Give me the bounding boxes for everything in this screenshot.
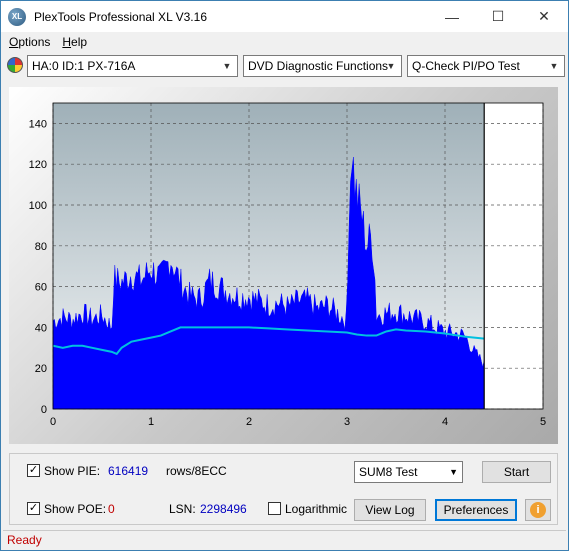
y-tick-label: 120 — [29, 159, 47, 171]
show-poe-checkbox[interactable]: ✓ — [27, 502, 40, 515]
start-button[interactable]: Start — [482, 461, 551, 483]
show-pie-checkbox[interactable]: ✓ — [27, 464, 40, 477]
test-select[interactable]: Q-Check PI/PO Test ▼ — [407, 55, 565, 77]
sum-test-select[interactable]: SUM8 Test ▼ — [354, 461, 463, 483]
info-icon: i — [530, 502, 546, 518]
maximize-button[interactable]: ☐ — [475, 1, 521, 32]
drive-select-value: HA:0 ID:1 PX-716A — [32, 59, 136, 73]
x-tick-label: 2 — [246, 416, 252, 428]
pi-po-chart: 0 20 40 60 80 100 120 140 0 1 2 3 4 5 — [29, 102, 546, 428]
drive-disc-icon — [7, 57, 23, 73]
pie-value: 616419 — [108, 464, 149, 478]
chevron-down-icon: ▼ — [449, 467, 458, 477]
lsn-label: LSN: — [169, 502, 196, 516]
chevron-down-icon: ▼ — [549, 61, 559, 71]
y-tick-label: 20 — [35, 363, 47, 375]
y-tick-label: 100 — [29, 200, 47, 212]
drive-select[interactable]: HA:0 ID:1 PX-716A ▼ — [27, 55, 238, 77]
status-text: Ready — [7, 533, 42, 547]
view-log-button[interactable]: View Log — [354, 499, 426, 521]
x-tick-label: 4 — [442, 416, 448, 428]
y-tick-label: 60 — [35, 282, 47, 294]
rows-label: rows/8ECC — [166, 464, 227, 478]
chevron-down-icon: ▼ — [386, 61, 396, 71]
info-button[interactable]: i — [525, 499, 551, 521]
preferences-button[interactable]: Preferences — [435, 499, 517, 521]
show-pie-label: Show PIE: — [44, 464, 101, 478]
sum-test-select-value: SUM8 Test — [359, 465, 418, 479]
status-bar: Ready — [3, 530, 566, 549]
controls-panel: ✓ Show PIE: 616419 rows/8ECC SUM8 Test ▼… — [9, 453, 558, 525]
main-window: XL PlexTools Professional XL V3.16 — ☐ ✕… — [0, 0, 569, 551]
x-tick-label: 0 — [50, 416, 56, 428]
menu-help[interactable]: Help — [62, 35, 87, 49]
show-poe-label: Show POE: — [44, 502, 107, 516]
y-tick-label: 40 — [35, 322, 47, 334]
chart-panel: 0 20 40 60 80 100 120 140 0 1 2 3 4 5 — [9, 87, 558, 444]
y-tick-label: 140 — [29, 118, 47, 130]
window-title: PlexTools Professional XL V3.16 — [34, 9, 207, 24]
test-select-value: Q-Check PI/PO Test — [412, 59, 520, 73]
x-tick-label: 3 — [344, 416, 350, 428]
poe-value: 0 — [108, 502, 115, 516]
logarithmic-checkbox[interactable] — [268, 502, 281, 515]
y-tick-label: 80 — [35, 241, 47, 253]
menu-options[interactable]: Options — [9, 35, 50, 49]
x-tick-label: 5 — [540, 416, 546, 428]
chevron-down-icon: ▼ — [222, 61, 232, 71]
minimize-button[interactable]: — — [429, 1, 475, 32]
plextools-app-icon: XL — [8, 7, 26, 26]
logarithmic-label: Logarithmic — [285, 502, 348, 516]
function-select-value: DVD Diagnostic Functions — [248, 59, 389, 73]
close-button[interactable]: ✕ — [521, 1, 567, 32]
menu-bar: Options Help — [1, 32, 568, 52]
toolbar: HA:0 ID:1 PX-716A ▼ DVD Diagnostic Funct… — [1, 54, 568, 78]
title-bar: XL PlexTools Professional XL V3.16 — ☐ ✕ — [1, 1, 568, 32]
y-tick-label: 0 — [41, 404, 47, 416]
x-tick-label: 1 — [148, 416, 154, 428]
function-select[interactable]: DVD Diagnostic Functions ▼ — [243, 55, 402, 77]
lsn-value: 2298496 — [200, 502, 247, 516]
